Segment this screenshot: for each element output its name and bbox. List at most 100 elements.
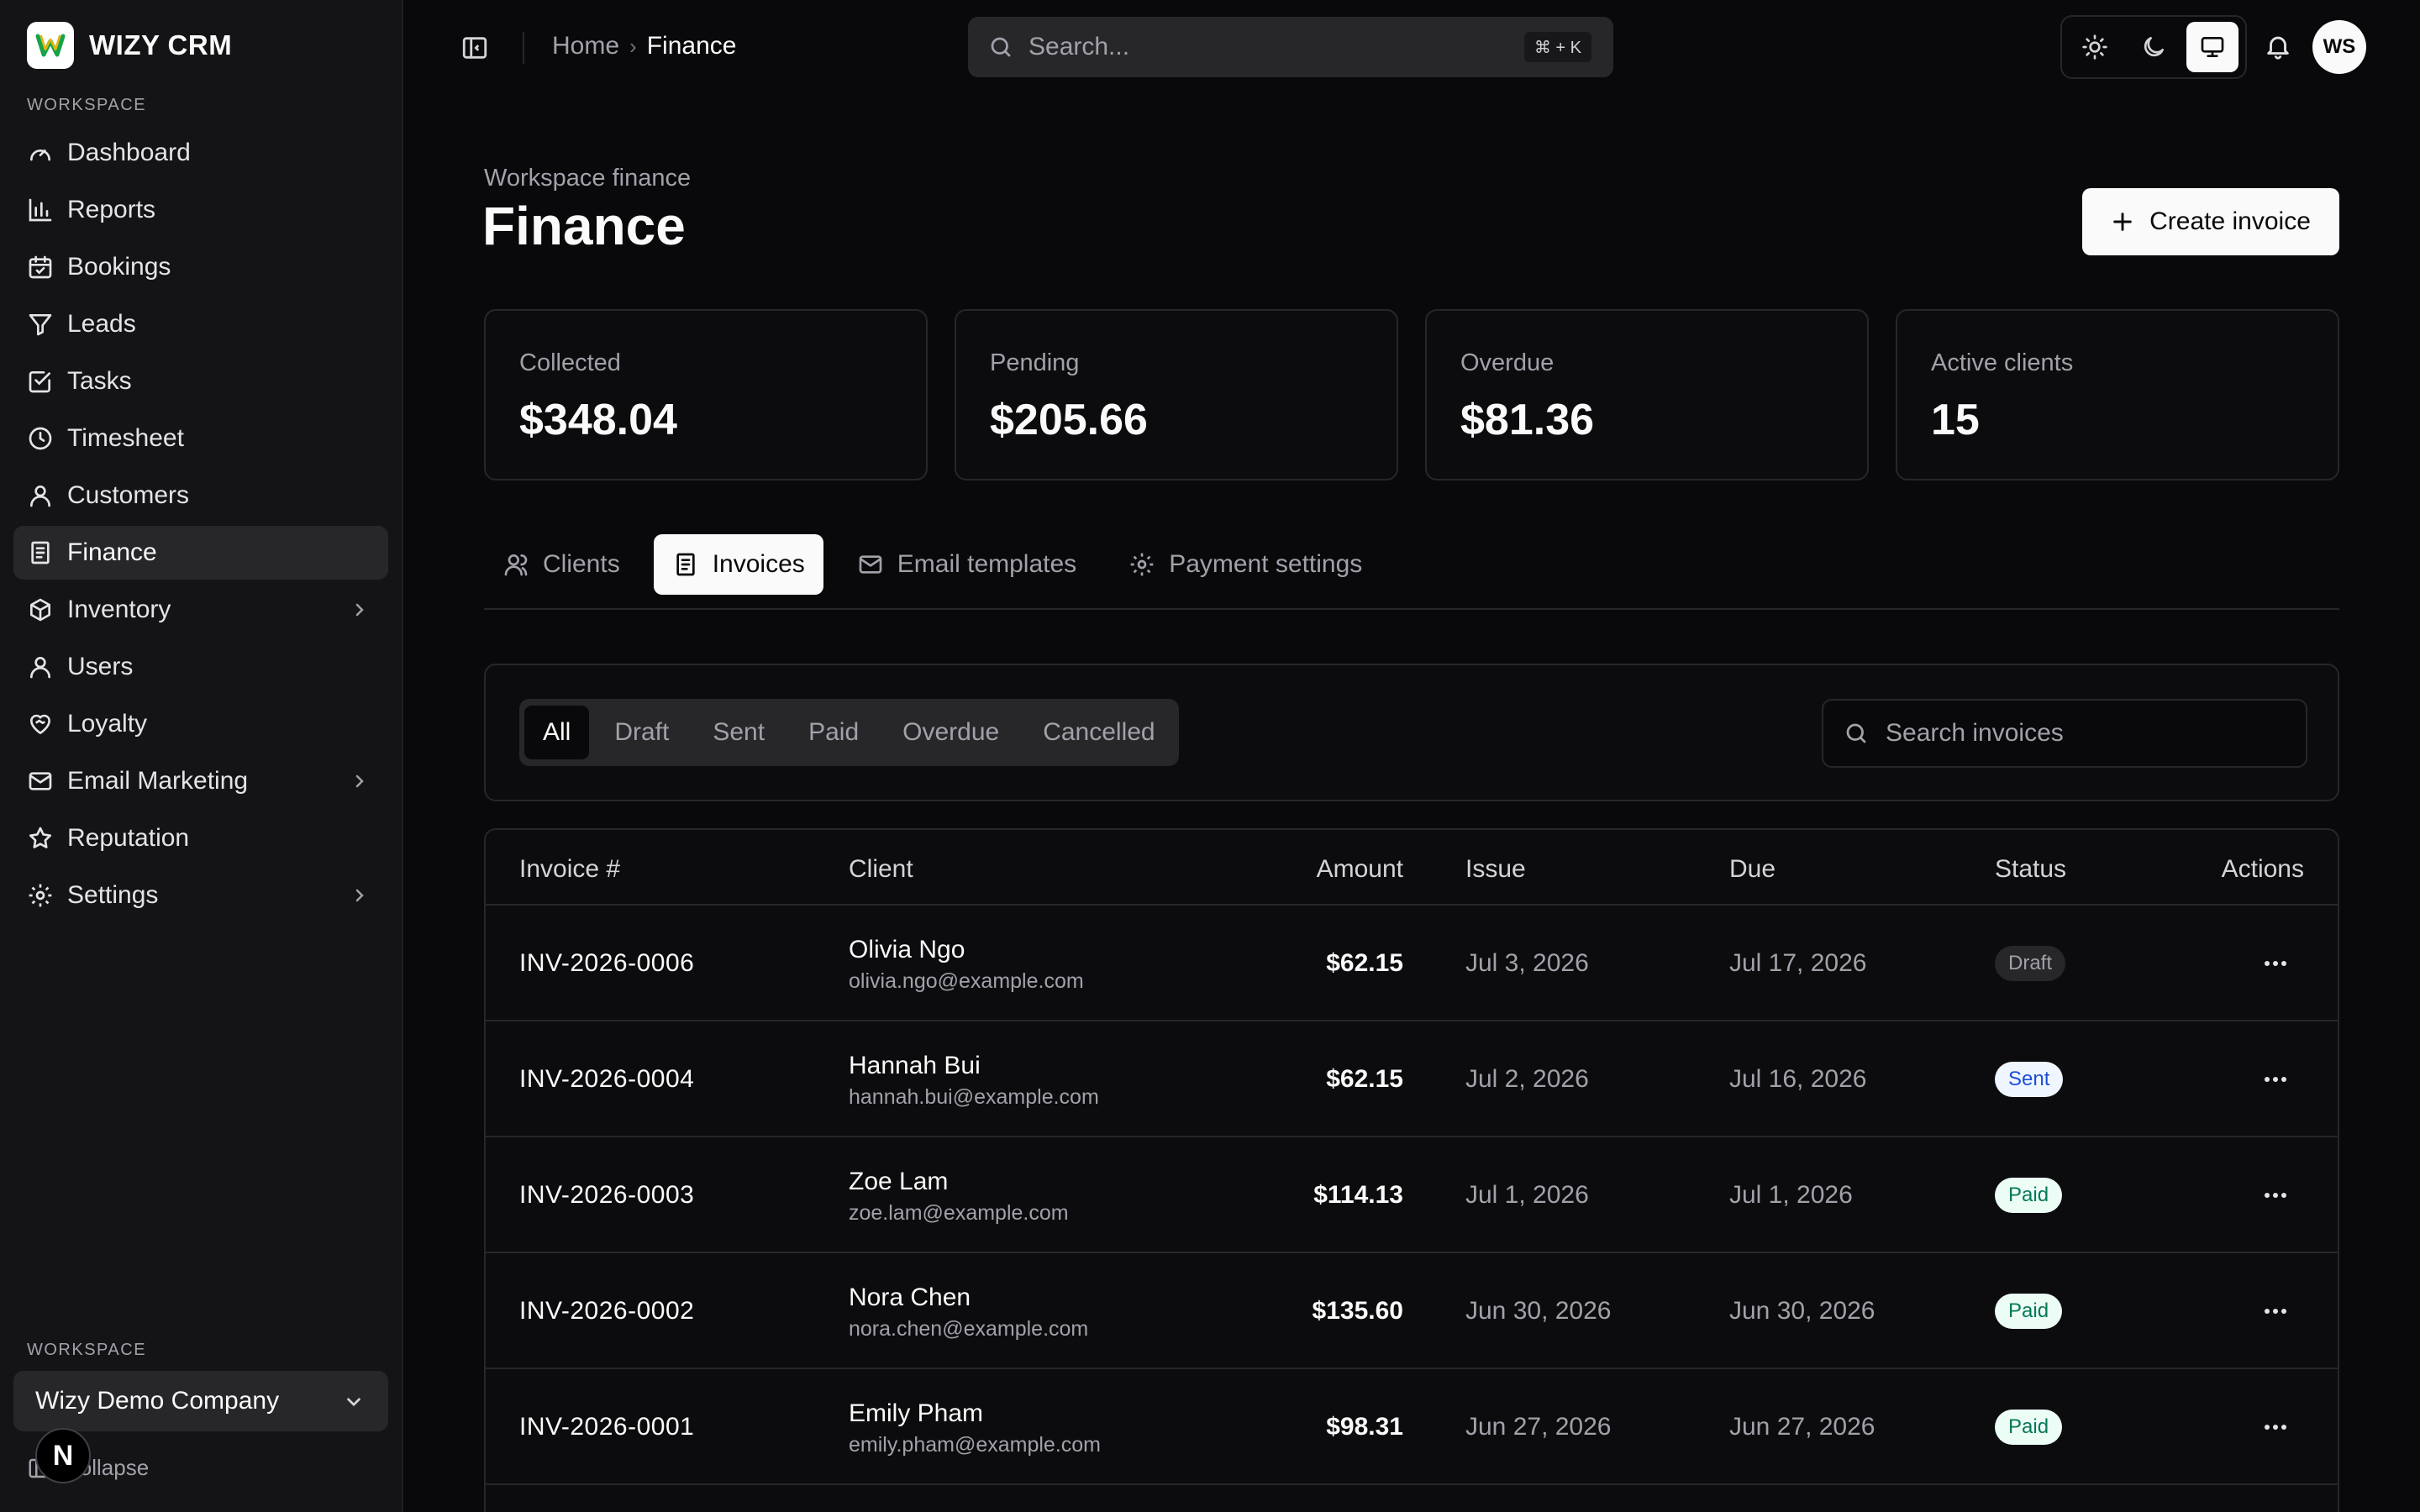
page-title: Finance — [482, 196, 686, 256]
more-actions-icon[interactable] — [2260, 1067, 2291, 1092]
invoice-number[interactable]: INV-2026-0003 — [519, 1181, 694, 1210]
client-email: emily.pham@example.com — [849, 1433, 1102, 1457]
sidebar-toggle-icon[interactable] — [460, 34, 489, 62]
column-header-invoice[interactable]: Invoice # — [519, 855, 620, 884]
invoice-amount: $114.13 — [1313, 1181, 1403, 1209]
global-search[interactable]: ⌘ + K — [968, 17, 1613, 77]
stat-card-pending: Pending $205.66 — [955, 309, 1398, 480]
brand-name: WIZY CRM — [89, 29, 233, 60]
sidebar-item-inventory[interactable]: Inventory — [13, 583, 388, 637]
gear-icon — [1130, 553, 1154, 576]
filter-overdue[interactable]: Overdue — [884, 706, 1018, 759]
sidebar-nav: Dashboard Reports Bookings Leads Tasks T… — [13, 126, 388, 926]
table-row[interactable]: INV-2026-0006 Olivia Ngo olivia.ngo@exam… — [486, 906, 2338, 1021]
workspace-select[interactable]: Wizy Demo Company — [13, 1371, 388, 1431]
stat-label: Overdue — [1460, 349, 1555, 376]
tab-label: Clients — [543, 550, 620, 578]
more-actions-icon[interactable] — [2260, 1299, 2291, 1324]
client-name: Olivia Ngo — [849, 936, 965, 963]
table-row[interactable]: INV-2026-0003 Zoe Lam zoe.lam@example.co… — [486, 1137, 2338, 1253]
bell-icon[interactable] — [2264, 32, 2292, 60]
invoice-number[interactable]: INV-2026-0001 — [519, 1413, 694, 1441]
status-badge: Paid — [1995, 1294, 2063, 1329]
sidebar-item-label: Leads — [67, 310, 136, 338]
workspace-label: WORKSPACE — [27, 1341, 147, 1359]
sidebar-item-timesheet[interactable]: Timesheet — [13, 412, 388, 465]
sidebar-item-finance[interactable]: Finance — [13, 526, 388, 580]
filter-sent[interactable]: Sent — [694, 706, 783, 759]
invoice-number[interactable]: INV-2026-0002 — [519, 1297, 694, 1326]
invoice-amount: $98.31 — [1326, 1413, 1403, 1441]
due-date: Jun 27, 2026 — [1729, 1413, 1876, 1441]
status-badge: Paid — [1995, 1410, 2063, 1445]
invoice-number[interactable]: INV-2026-0006 — [519, 949, 694, 978]
heart-handshake-icon — [30, 714, 50, 734]
issue-date: Jul 1, 2026 — [1465, 1181, 1589, 1209]
table-row[interactable]: INV-2026-0002 Nora Chen nora.chen@exampl… — [486, 1253, 2338, 1369]
sidebar-item-reports[interactable]: Reports — [13, 183, 388, 237]
n-badge[interactable]: N — [35, 1428, 91, 1483]
receipt-icon — [676, 553, 695, 576]
chevron-right-icon — [355, 889, 364, 902]
client-name: Hannah Bui — [849, 1052, 981, 1079]
more-actions-icon[interactable] — [2260, 1415, 2291, 1440]
more-actions-icon[interactable] — [2260, 951, 2291, 976]
sidebar-item-reputation[interactable]: Reputation — [13, 811, 388, 865]
filter-paid[interactable]: Paid — [790, 706, 877, 759]
column-header-due[interactable]: Due — [1729, 855, 1776, 884]
sidebar-item-loyalty[interactable]: Loyalty — [13, 697, 388, 751]
invoice-amount: $135.60 — [1312, 1297, 1403, 1325]
invoice-search[interactable] — [1822, 699, 2307, 768]
brand[interactable]: WIZY CRM — [27, 22, 232, 69]
filter-cancelled[interactable]: Cancelled — [1024, 706, 1173, 759]
tabs-divider — [484, 608, 2339, 610]
invoice-number[interactable]: INV-2026-0004 — [519, 1065, 694, 1094]
due-date: Jul 1, 2026 — [1729, 1181, 1853, 1209]
sidebar-item-label: Settings — [67, 881, 159, 909]
sidebar-item-dashboard[interactable]: Dashboard — [13, 126, 388, 180]
client-email: nora.chen@example.com — [849, 1317, 1089, 1341]
workspace-value: Wizy Demo Company — [35, 1387, 280, 1415]
breadcrumb-separator: › — [629, 33, 637, 59]
avatar[interactable]: WS — [2312, 20, 2366, 74]
sidebar-item-bookings[interactable]: Bookings — [13, 240, 388, 294]
create-invoice-button[interactable]: Create invoice — [2082, 188, 2339, 255]
theme-light-button[interactable] — [2069, 22, 2121, 72]
calendar-icon — [29, 255, 52, 279]
plus-icon — [2113, 213, 2132, 231]
users-icon — [504, 554, 528, 576]
search-input[interactable] — [1028, 33, 1499, 61]
table-row[interactable]: INV-2026-0001 Emily Pham emily.pham@exam… — [486, 1369, 2338, 1485]
tab-email-templates[interactable]: Email templates — [839, 534, 1095, 595]
column-header-client[interactable]: Client — [849, 855, 913, 884]
header-divider — [523, 32, 524, 64]
breadcrumb-home[interactable]: Home — [552, 32, 619, 60]
more-actions-icon[interactable] — [2260, 1183, 2291, 1208]
theme-system-button[interactable] — [2186, 22, 2238, 72]
sidebar-item-leads[interactable]: Leads — [13, 297, 388, 351]
sidebar-item-settings[interactable]: Settings — [13, 869, 388, 922]
table-row[interactable]: INV-2026-0004 Hannah Bui hannah.bui@exam… — [486, 1021, 2338, 1137]
theme-dark-button[interactable] — [2128, 22, 2180, 72]
sidebar-item-tasks[interactable]: Tasks — [13, 354, 388, 408]
column-header-issue[interactable]: Issue — [1465, 855, 1526, 884]
tab-payment-settings[interactable]: Payment settings — [1110, 534, 1381, 595]
invoice-amount: $62.15 — [1326, 1065, 1403, 1093]
filter-all[interactable]: All — [524, 706, 590, 759]
tab-label: Email templates — [897, 550, 1077, 578]
stat-card-overdue: Overdue $81.36 — [1425, 309, 1869, 480]
column-header-amount[interactable]: Amount — [1317, 855, 1403, 884]
status-badge: Draft — [1995, 946, 2066, 981]
tab-clients[interactable]: Clients — [484, 534, 639, 595]
issue-date: Jun 27, 2026 — [1465, 1413, 1612, 1441]
sidebar-item-users[interactable]: Users — [13, 640, 388, 694]
filter-draft[interactable]: Draft — [596, 706, 687, 759]
sidebar-item-email-marketing[interactable]: Email Marketing — [13, 754, 388, 808]
tab-invoices[interactable]: Invoices — [653, 534, 823, 595]
sidebar-item-label: Loyalty — [67, 710, 148, 738]
invoice-search-input[interactable] — [1886, 719, 2289, 748]
column-header-status[interactable]: Status — [1995, 855, 2066, 884]
sidebar-item-customers[interactable]: Customers — [13, 469, 388, 522]
invoice-table: Invoice # Client Amount Issue Due Status… — [484, 828, 2339, 1512]
issue-date: Jul 3, 2026 — [1465, 949, 1589, 977]
